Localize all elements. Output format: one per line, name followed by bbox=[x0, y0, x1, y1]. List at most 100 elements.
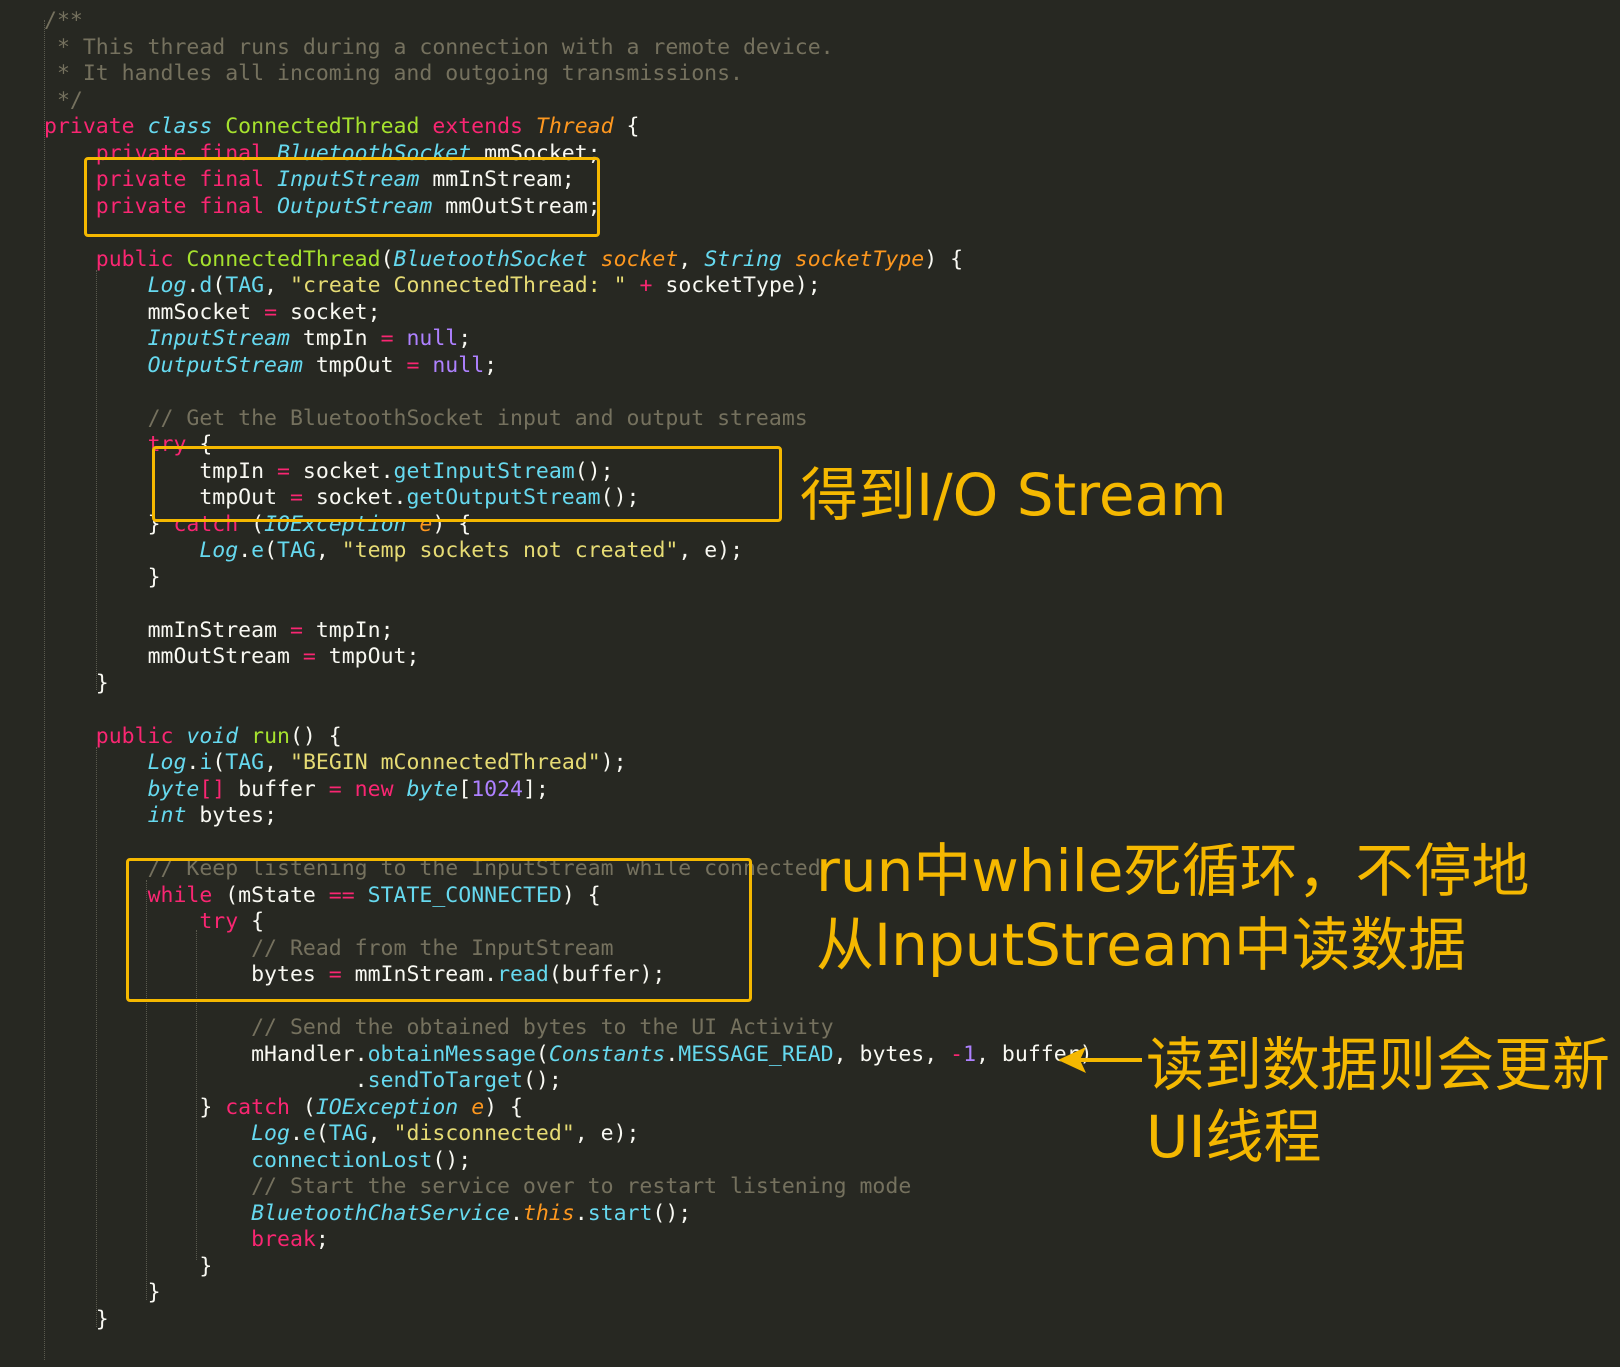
code-token: ( bbox=[535, 1041, 549, 1067]
code-token: (); bbox=[432, 1147, 472, 1173]
code-token: . bbox=[186, 750, 200, 775]
code-token: this bbox=[522, 1200, 575, 1226]
code-token: Log bbox=[147, 273, 187, 298]
code-token: mHandler. bbox=[251, 1041, 368, 1067]
code-token: TAG bbox=[225, 750, 265, 775]
code-token: break bbox=[251, 1227, 316, 1252]
code-token: . bbox=[574, 1200, 588, 1226]
code-token: } bbox=[147, 1280, 161, 1305]
code-token: run bbox=[251, 723, 290, 749]
code-token: ConnectedThread bbox=[186, 246, 381, 272]
annotation-run-loop-line2: 从InputStream中读数据 bbox=[816, 911, 1467, 979]
code-line: * It handles all incoming and outgoing t… bbox=[44, 61, 1093, 88]
code-token: [] bbox=[199, 776, 239, 802]
code-token: ; bbox=[458, 326, 472, 351]
code-token: ( bbox=[264, 538, 278, 563]
code-line: Log.d(TAG, "create ConnectedThread: " + … bbox=[44, 273, 1093, 300]
code-token: private bbox=[44, 114, 148, 139]
code-line: } bbox=[44, 1307, 1093, 1334]
code-line: Log.i(TAG, "BEGIN mConnectedThread"); bbox=[44, 750, 1093, 777]
code-token: } bbox=[95, 1306, 109, 1332]
code-token: = bbox=[380, 326, 407, 351]
code-token: . bbox=[665, 1041, 679, 1067]
code-token: ) { bbox=[484, 1094, 523, 1120]
code-line: } bbox=[44, 565, 1093, 592]
code-token: Thread bbox=[535, 114, 614, 139]
code-token: mmInStream bbox=[147, 617, 290, 643]
code-token: "BEGIN mConnectedThread" bbox=[290, 750, 601, 775]
code-token: TAG bbox=[225, 273, 265, 298]
code-token: , e); bbox=[574, 1121, 640, 1146]
code-token: socket bbox=[600, 246, 679, 272]
code-line: // Get the BluetoothSocket input and out… bbox=[44, 406, 1093, 433]
code-token: /** bbox=[44, 8, 83, 33]
code-line: connectionLost(); bbox=[44, 1148, 1093, 1175]
code-line: } bbox=[44, 1254, 1093, 1281]
code-token: { bbox=[613, 114, 640, 139]
code-token: = bbox=[264, 299, 290, 325]
code-token: } bbox=[199, 1253, 213, 1279]
code-token: tmpIn bbox=[289, 326, 381, 351]
code-token: TAG bbox=[328, 1121, 368, 1146]
code-token: InputStream bbox=[147, 326, 290, 351]
code-token: = bbox=[289, 617, 316, 643]
code-token: Log bbox=[199, 538, 239, 563]
code-token: String bbox=[704, 246, 795, 272]
code-token: mmSocket bbox=[147, 299, 265, 325]
code-line: OutputStream tmpOut = null; bbox=[44, 353, 1093, 380]
code-token: } bbox=[95, 670, 109, 696]
code-token: mmOutStream bbox=[147, 644, 303, 669]
code-token: ConnectedThread bbox=[225, 114, 433, 139]
code-line: /** bbox=[44, 8, 1093, 35]
code-token: TAG bbox=[277, 538, 316, 563]
code-token: sendToTarget bbox=[367, 1068, 523, 1093]
code-token: bytes; bbox=[199, 803, 278, 828]
code-token: () { bbox=[289, 723, 342, 749]
code-line: byte[] buffer = new byte[1024]; bbox=[44, 777, 1093, 804]
code-token: } bbox=[199, 1094, 226, 1120]
code-token: int bbox=[147, 803, 200, 828]
code-token: // Send the obtained bytes to the UI Act… bbox=[251, 1015, 834, 1040]
code-token: socketType); bbox=[665, 273, 821, 298]
code-token: Constants bbox=[548, 1041, 666, 1067]
annotation-update-ui-line1: 读到数据则会更新 bbox=[1146, 1031, 1611, 1099]
code-token: socketType bbox=[794, 246, 925, 272]
code-token: * It handles all incoming and outgoing t… bbox=[44, 61, 743, 86]
code-line: } catch (IOException e) { bbox=[44, 1095, 1093, 1122]
code-token: e bbox=[471, 1094, 485, 1120]
code-token: 1024 bbox=[471, 776, 523, 802]
code-token: d bbox=[199, 273, 213, 298]
code-line: */ bbox=[44, 88, 1093, 115]
code-token: e bbox=[302, 1121, 316, 1146]
code-token: extends bbox=[432, 114, 536, 139]
code-line: .sendToTarget(); bbox=[44, 1068, 1093, 1095]
code-line: mmSocket = socket; bbox=[44, 300, 1093, 327]
code-token: ( bbox=[212, 750, 226, 775]
code-token: public bbox=[95, 246, 187, 272]
code-token: [ bbox=[458, 776, 472, 802]
code-token: = bbox=[302, 644, 329, 669]
code-token: , bbox=[264, 273, 290, 298]
code-token: . bbox=[238, 538, 252, 563]
while-loop-highlight bbox=[126, 858, 752, 1002]
code-line: mmOutStream = tmpOut; bbox=[44, 644, 1093, 671]
code-token: = new bbox=[328, 776, 407, 802]
annotation-run-loop-line1: run中while死循环，不停地 bbox=[816, 837, 1530, 905]
code-token: i bbox=[199, 750, 213, 775]
get-streams-highlight bbox=[152, 446, 782, 522]
code-line: // Start the service over to restart lis… bbox=[44, 1174, 1093, 1201]
code-token: , e); bbox=[678, 538, 744, 563]
code-token: ); bbox=[600, 750, 627, 775]
code-line: mHandler.obtainMessage(Constants.MESSAGE… bbox=[44, 1041, 1092, 1069]
code-token: tmpIn; bbox=[315, 617, 394, 643]
code-line: BluetoothChatService.this.start(); bbox=[44, 1201, 1093, 1228]
code-token: buffer bbox=[238, 776, 329, 802]
code-token: ; bbox=[315, 1227, 329, 1252]
code-token: connectionLost bbox=[251, 1147, 433, 1173]
code-token: e bbox=[251, 538, 265, 563]
code-token: + bbox=[626, 273, 666, 298]
code-line: } bbox=[44, 1280, 1093, 1307]
